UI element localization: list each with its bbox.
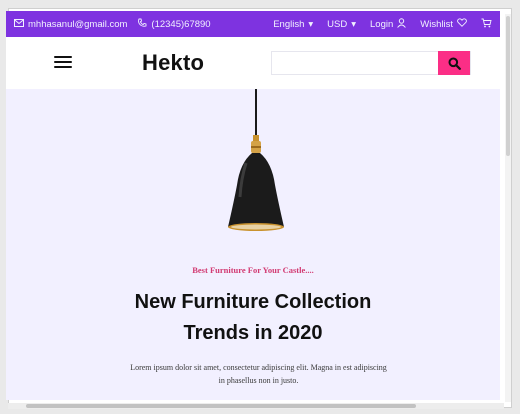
heart-icon xyxy=(457,18,467,30)
hero-section: Best Furniture For Your Castle.... New F… xyxy=(6,89,500,400)
hero-description-line1: Lorem ipsum dolor sit amet, consectetur … xyxy=(130,363,387,372)
currency-select[interactable]: USD ▾ xyxy=(327,19,356,30)
phone-link[interactable]: (12345)67890 xyxy=(137,18,211,31)
pendant-lamp-image xyxy=(228,89,284,231)
cart-button[interactable] xyxy=(481,18,492,31)
email-text: mhhasanul@gmail.com xyxy=(28,18,128,30)
search-bar xyxy=(271,51,471,75)
email-link[interactable]: mhhasanul@gmail.com xyxy=(14,18,128,30)
currency-label: USD xyxy=(327,18,348,30)
hero-subtitle: Best Furniture For Your Castle.... xyxy=(192,265,314,275)
topbar-actions: English ▾ USD ▾ Login Wishlist xyxy=(273,17,492,31)
horizontal-scroll-thumb[interactable] xyxy=(26,404,416,408)
chevron-down-icon: ▾ xyxy=(351,18,357,30)
hero-description: Lorem ipsum dolor sit amet, consectetur … xyxy=(101,361,416,387)
horizontal-scrollbar[interactable] xyxy=(8,403,504,409)
login-link[interactable]: Login xyxy=(370,17,407,31)
search-input[interactable] xyxy=(272,52,440,74)
search-button[interactable] xyxy=(438,51,470,75)
vertical-scroll-thumb[interactable] xyxy=(506,16,510,156)
main-header: Hekto xyxy=(6,37,500,89)
brand-logo[interactable]: Hekto xyxy=(142,50,204,76)
vertical-scrollbar[interactable] xyxy=(505,14,511,402)
wishlist-label: Wishlist xyxy=(420,18,453,30)
phone-icon xyxy=(137,18,147,31)
contact-info: mhhasanul@gmail.com (12345)67890 xyxy=(14,18,273,31)
login-label: Login xyxy=(370,18,394,30)
language-label: English xyxy=(273,18,305,30)
hero-description-line2: in phasellus non in justo. xyxy=(218,376,299,385)
search-icon xyxy=(448,57,461,70)
chevron-down-icon: ▾ xyxy=(308,18,314,30)
cart-icon xyxy=(481,18,492,31)
phone-text: (12345)67890 xyxy=(151,18,211,30)
hamburger-icon[interactable] xyxy=(54,53,72,69)
top-bar: mhhasanul@gmail.com (12345)67890 English… xyxy=(6,11,500,37)
wishlist-link[interactable]: Wishlist xyxy=(420,18,467,30)
mail-icon xyxy=(14,18,24,30)
user-icon xyxy=(397,17,407,31)
hero-title-line1: New Furniture Collection xyxy=(134,291,372,313)
language-select[interactable]: English ▾ xyxy=(273,19,313,30)
hero-title-line2: Trends in 2020 xyxy=(183,322,323,344)
hero-title: New Furniture Collection Trends in 2020 xyxy=(6,287,500,349)
